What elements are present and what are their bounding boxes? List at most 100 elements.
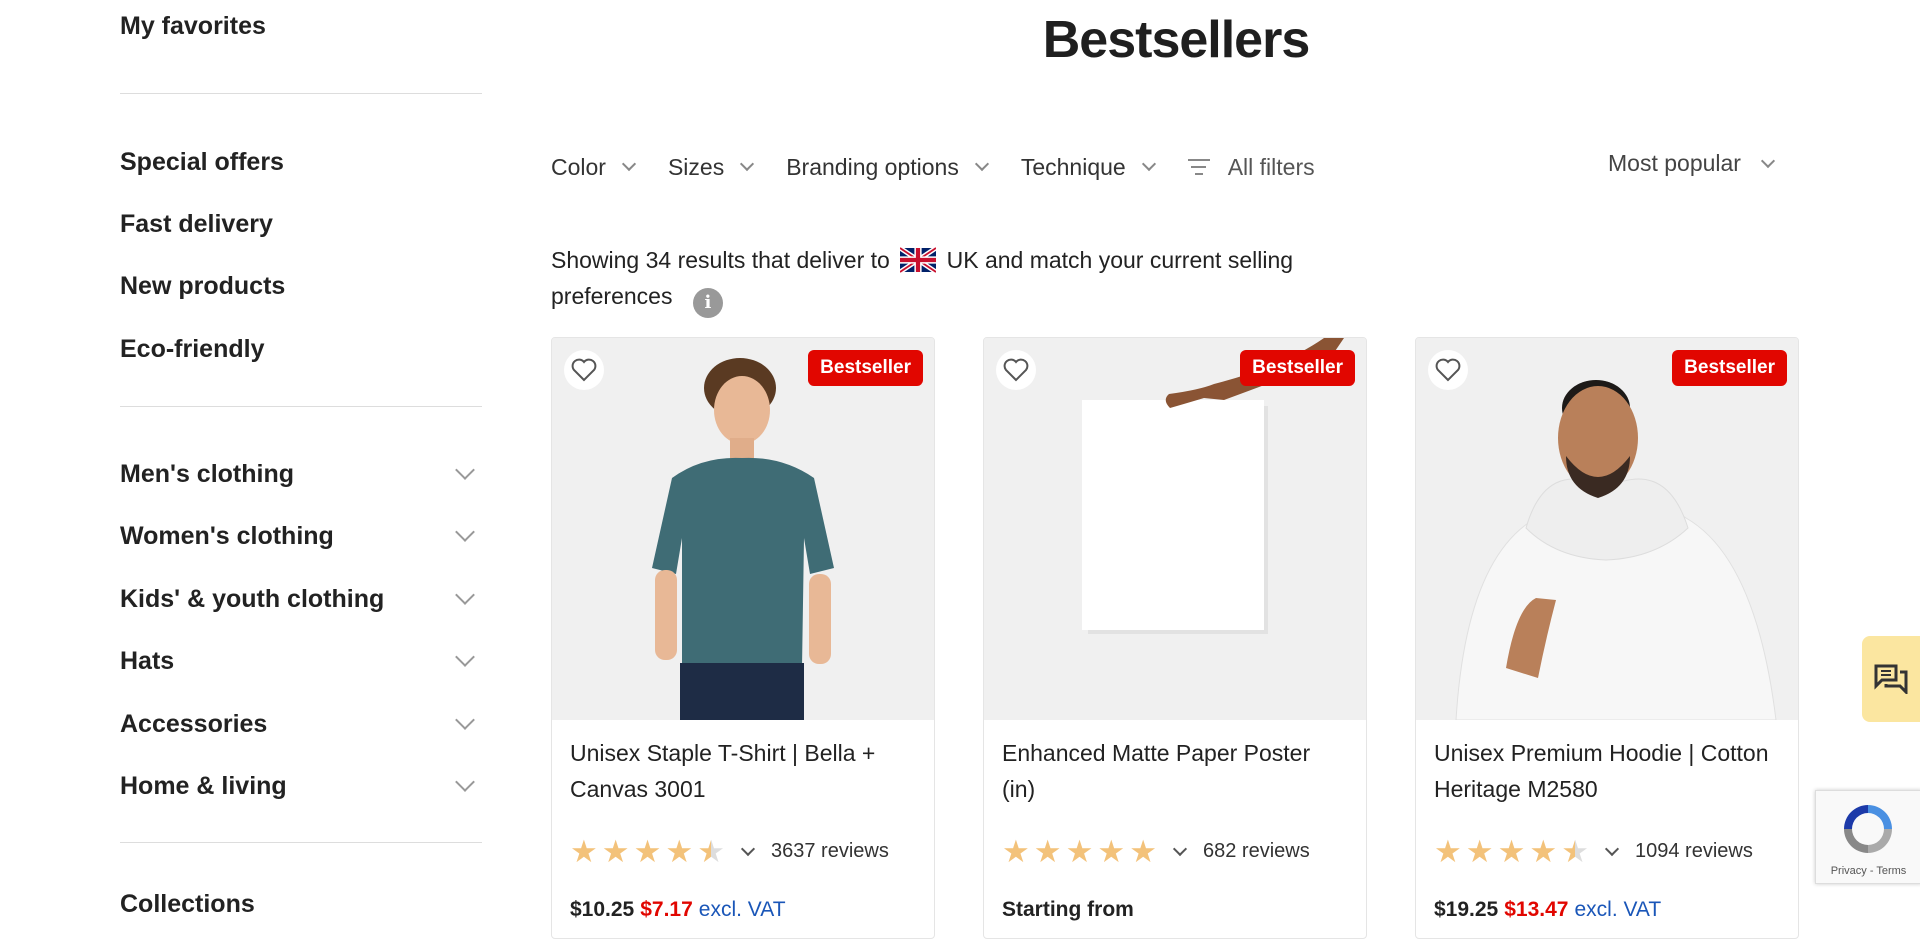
- all-filters-button[interactable]: All filters: [1187, 153, 1315, 181]
- star-half-icon: ★: [697, 834, 725, 869]
- star-icon: ★: [601, 834, 630, 869]
- uk-flag-icon: [900, 247, 937, 273]
- reviews-count[interactable]: 682 reviews: [1203, 840, 1310, 863]
- results-summary: Showing 34 results that deliver to UK an…: [551, 242, 1351, 318]
- info-icon[interactable]: i: [692, 288, 723, 318]
- star-icon: ★: [1065, 834, 1094, 869]
- new-products-link[interactable]: New products: [120, 272, 285, 301]
- filter-label: Sizes: [667, 153, 725, 180]
- category-hats[interactable]: Hats: [120, 641, 482, 681]
- recaptcha-badge[interactable]: Privacy - Terms: [1815, 790, 1920, 884]
- price-old: $10.25: [570, 898, 635, 921]
- heart-icon: [1435, 358, 1461, 382]
- star-icon: ★: [1434, 834, 1462, 869]
- chevron-down-icon: [621, 156, 637, 172]
- category-womens-clothing[interactable]: Women's clothing: [120, 516, 482, 556]
- category-label: Home & living: [120, 771, 287, 800]
- rating: ★ ★ ★ ★ ★ 1094 reviews: [1434, 836, 1753, 867]
- recaptcha-logo-icon: [1844, 805, 1892, 853]
- chat-icon: [1874, 664, 1908, 694]
- price-label: Starting from: [1002, 898, 1134, 921]
- category-label: Accessories: [120, 709, 268, 738]
- heart-icon: [571, 358, 597, 382]
- category-label: Men's clothing: [120, 459, 294, 488]
- chevron-down-icon: [455, 647, 475, 667]
- product-card[interactable]: Bestseller Enhanced Matte Paper Poster (…: [983, 337, 1367, 939]
- product-card[interactable]: Bestseller Unisex Staple T-Shirt | Bella…: [551, 337, 935, 939]
- star-icon: ★: [1497, 834, 1526, 869]
- product-name[interactable]: Enhanced Matte Paper Poster (in): [1002, 735, 1342, 807]
- product-name[interactable]: Unisex Premium Hoodie | Cotton Heritage …: [1434, 735, 1774, 807]
- filter-sizes[interactable]: Sizes: [667, 153, 755, 181]
- tshirt-model-illustration: [552, 338, 934, 720]
- favorite-button[interactable]: [996, 350, 1036, 390]
- star-icon: ★: [665, 834, 694, 869]
- category-label: Women's clothing: [120, 521, 334, 550]
- divider: [120, 406, 482, 407]
- bestseller-badge: Bestseller: [808, 350, 923, 386]
- product-image[interactable]: Bestseller: [984, 338, 1366, 720]
- divider: [120, 842, 482, 843]
- filter-label: All filters: [1227, 153, 1315, 180]
- heart-icon: [1003, 358, 1029, 382]
- star-icon: ★: [1033, 834, 1062, 869]
- category-home-living[interactable]: Home & living: [120, 766, 482, 806]
- star-icon: ★: [1002, 834, 1030, 869]
- bestseller-badge: Bestseller: [1240, 350, 1355, 386]
- price-sale: $13.47: [1504, 898, 1569, 921]
- poster-illustration: [984, 338, 1366, 720]
- sort-label: Most popular: [1608, 150, 1741, 176]
- chevron-down-icon[interactable]: [1604, 841, 1620, 856]
- chevron-down-icon: [740, 156, 755, 172]
- price-sale: $7.17: [640, 898, 693, 921]
- chevron-down-icon: [455, 585, 475, 605]
- category-accessories[interactable]: Accessories: [120, 704, 482, 744]
- chevron-down-icon: [455, 522, 475, 542]
- filter-bar: Color Sizes Branding options Technique A…: [551, 150, 1349, 184]
- favorite-button[interactable]: [1428, 350, 1468, 390]
- collections-link[interactable]: Collections: [120, 890, 255, 919]
- favorite-button[interactable]: [564, 350, 604, 390]
- eco-friendly-link[interactable]: Eco-friendly: [120, 335, 264, 364]
- filter-technique[interactable]: Technique: [1021, 154, 1156, 181]
- product-image[interactable]: Bestseller: [1416, 338, 1798, 720]
- filter-label: Color: [551, 153, 606, 180]
- star-icon: ★: [1465, 834, 1494, 869]
- chevron-down-icon: [974, 156, 989, 172]
- page-title: Bestsellers: [1042, 11, 1311, 69]
- star-icon: ★: [633, 834, 662, 869]
- filter-icon: [1187, 159, 1210, 175]
- bestseller-badge: Bestseller: [1672, 350, 1787, 386]
- results-country: UK: [946, 247, 979, 273]
- category-label: Hats: [120, 646, 175, 675]
- recaptcha-links[interactable]: Privacy - Terms: [1816, 865, 1920, 877]
- vat-note: excl. VAT: [698, 898, 786, 921]
- special-offers-link[interactable]: Special offers: [120, 148, 284, 177]
- reviews-count[interactable]: 1094 reviews: [1635, 840, 1753, 863]
- chevron-down-icon[interactable]: [1172, 841, 1188, 856]
- sort-dropdown[interactable]: Most popular: [1608, 150, 1783, 177]
- rating: ★ ★ ★ ★ ★ 682 reviews: [1002, 836, 1310, 867]
- filter-branding-options[interactable]: Branding options: [786, 153, 989, 181]
- product-name[interactable]: Unisex Staple T-Shirt | Bella + Canvas 3…: [570, 735, 910, 807]
- product-image[interactable]: Bestseller: [552, 338, 934, 720]
- rating: ★ ★ ★ ★ ★ 3637 reviews: [570, 836, 889, 867]
- star-icon: ★: [1097, 834, 1126, 869]
- product-card[interactable]: Bestseller Unisex Premium Hoodie | Cotto…: [1415, 337, 1799, 939]
- chat-button[interactable]: [1862, 636, 1920, 722]
- star-icon: ★: [1129, 834, 1157, 869]
- vat-note: excl. VAT: [1574, 898, 1662, 921]
- filter-label: Branding options: [786, 153, 959, 180]
- category-label: Kids' & youth clothing: [120, 584, 385, 613]
- category-kids-youth-clothing[interactable]: Kids' & youth clothing: [120, 579, 482, 619]
- filter-color[interactable]: Color: [551, 153, 637, 181]
- chevron-down-icon: [455, 772, 475, 792]
- star-half-icon: ★: [1561, 834, 1589, 869]
- hoodie-model-illustration: [1416, 338, 1798, 720]
- reviews-count[interactable]: 3637 reviews: [771, 840, 889, 863]
- fast-delivery-link[interactable]: Fast delivery: [120, 210, 273, 239]
- star-icon: ★: [570, 834, 598, 869]
- results-prefix: Showing 34 results that deliver to: [551, 247, 890, 273]
- category-mens-clothing[interactable]: Men's clothing: [120, 454, 482, 494]
- chevron-down-icon[interactable]: [740, 841, 756, 856]
